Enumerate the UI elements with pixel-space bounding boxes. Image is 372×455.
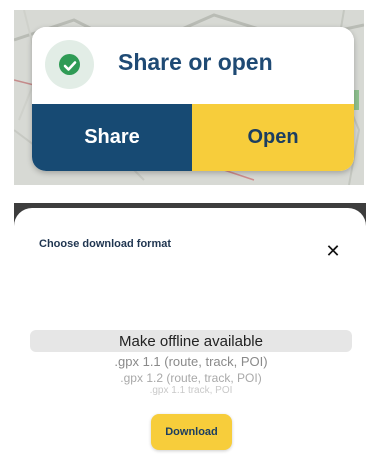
share-or-open-dialog: Share or open Share Open	[32, 27, 354, 171]
format-picker[interactable]: Make offline available .gpx 1.1 (route, …	[14, 318, 366, 398]
open-button[interactable]: Open	[192, 104, 354, 171]
picker-option[interactable]: .gpx 1.1 track, POI	[30, 385, 352, 399]
share-button[interactable]: Share	[32, 104, 192, 171]
download-format-screen: Choose download format ✕ Make offline av…	[14, 203, 366, 455]
close-icon[interactable]: ✕	[324, 242, 342, 260]
picker-option[interactable]: .gpx 1.1 (route, track, POI)	[30, 354, 352, 372]
dialog-title: Share or open	[118, 49, 273, 75]
dialog-header: Share or open	[32, 27, 354, 104]
check-circle-icon	[45, 40, 94, 89]
picker-option-selected[interactable]: Make offline available	[30, 331, 352, 353]
share-dialog-screen: Share or open Share Open	[14, 10, 364, 185]
sheet-title: Choose download format	[39, 238, 171, 250]
download-format-sheet: Choose download format ✕ Make offline av…	[14, 208, 366, 455]
download-button[interactable]: Download	[151, 414, 232, 450]
